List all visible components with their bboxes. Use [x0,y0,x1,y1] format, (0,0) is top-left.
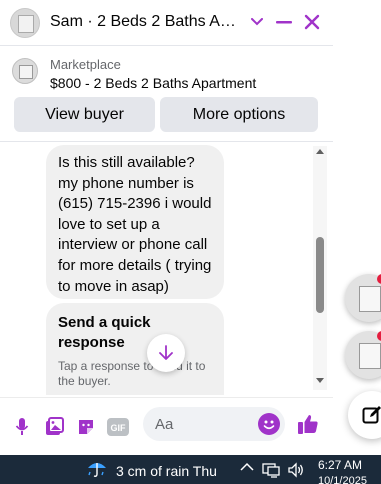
screen: Sam · 2 Beds 2 Baths Apartment Marketpla… [0,0,381,484]
chevron-down-icon[interactable] [246,10,268,34]
listing-title[interactable]: $800 - 2 Beds 2 Baths Apartment [50,75,256,91]
gif-icon[interactable]: GIF [106,415,130,439]
weather-text[interactable]: 3 cm of rain Thu [116,463,217,479]
scrollbar-thumb[interactable] [316,237,324,313]
message-composer: GIF [0,397,333,455]
thumbs-up-icon[interactable] [295,411,321,437]
taskbar: 3 cm of rain Thu 6:27 AM 10/1/2025 [0,455,381,484]
listing-thumbnail[interactable] [12,58,38,84]
clock-time[interactable]: 6:27 AM [318,458,362,472]
marketplace-listing: Marketplace $800 - 2 Beds 2 Baths Apartm… [0,46,333,142]
quick-response-title: Send a quick response [58,314,151,351]
sticker-icon[interactable] [74,415,98,439]
scroll-down-arrow-icon[interactable] [313,378,327,388]
chat-head-badge [377,274,381,284]
message-bubble: Is this still available? my phone number… [46,145,224,299]
clock-date[interactable]: 10/1/2025 [318,475,367,484]
more-options-button[interactable]: More options [160,97,318,132]
chat-window: Sam · 2 Beds 2 Baths Apartment Marketpla… [0,0,333,455]
chat-head-2[interactable] [345,331,381,379]
quick-response-subtitle: Tap a response to send it to the buyer. [58,359,206,388]
view-buyer-button[interactable]: View buyer [14,97,155,132]
volume-icon[interactable] [287,462,305,478]
network-icon[interactable] [262,462,280,478]
weather-rain-icon[interactable] [86,460,108,481]
arrow-down-icon [159,345,173,360]
minimize-icon[interactable] [273,10,295,34]
contact-avatar[interactable] [10,8,40,38]
compose-icon [362,406,381,424]
new-message-button[interactable] [348,391,381,439]
scroll-to-bottom-button[interactable] [147,334,185,372]
scroll-up-arrow-icon[interactable] [313,148,327,158]
chevron-up-icon[interactable] [240,462,254,472]
svg-text:GIF: GIF [111,423,127,433]
chat-head-badge [377,331,381,341]
microphone-icon[interactable] [10,415,34,439]
close-icon[interactable] [301,10,323,34]
listing-source-label: Marketplace [50,57,121,72]
chat-head-1[interactable] [345,274,381,322]
chat-header: Sam · 2 Beds 2 Baths Apartment [0,0,333,46]
scrollbar[interactable] [313,146,327,390]
chat-title[interactable]: Sam · 2 Beds 2 Baths Apartment [50,13,242,31]
image-icon[interactable] [42,415,66,439]
quick-response-card[interactable]: Send a quick response Tap a response to … [46,303,224,395]
emoji-icon[interactable] [258,413,280,435]
